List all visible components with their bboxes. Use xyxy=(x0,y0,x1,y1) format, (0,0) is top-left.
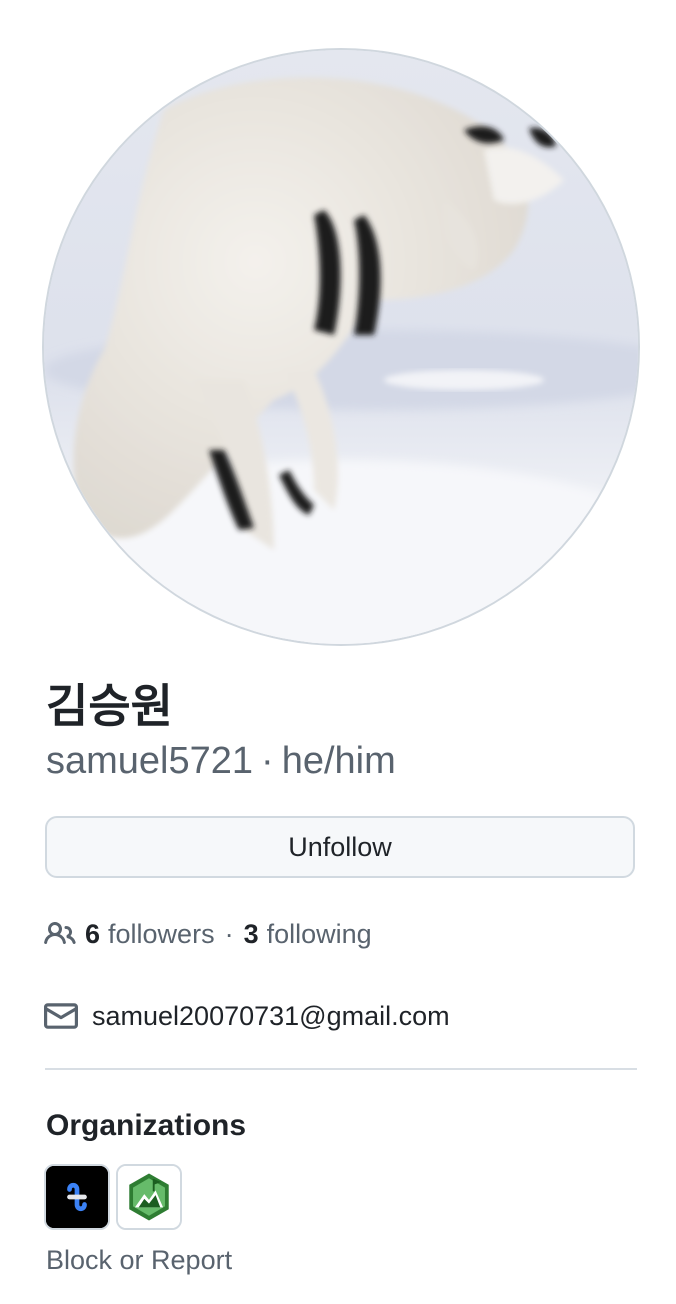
divider xyxy=(45,1068,637,1070)
following-label: following xyxy=(266,918,372,949)
pronouns: he/him xyxy=(281,740,396,782)
organizations-heading: Organizations xyxy=(46,1109,247,1142)
followers-label: followers xyxy=(108,918,215,949)
following-count: 3 xyxy=(243,918,259,949)
display-name: 김승원 xyxy=(46,680,173,732)
people-icon xyxy=(44,921,76,945)
username: samuel5721 xyxy=(46,740,254,782)
org-logo-green-mountain-icon xyxy=(118,1166,180,1228)
avatar-image xyxy=(44,50,638,644)
org-avatar-1[interactable] xyxy=(44,1164,110,1230)
profile-sidebar: 김승원 samuel5721 · he/him Unfollow 6 follower… xyxy=(0,0,676,1304)
followers-count: 6 xyxy=(85,918,101,949)
separator-dot: · xyxy=(261,740,274,782)
mail-icon xyxy=(44,1003,78,1029)
avatar[interactable] xyxy=(44,50,638,644)
org-avatar-2[interactable] xyxy=(116,1164,182,1230)
block-or-report-link[interactable]: Block or Report xyxy=(46,1240,232,1280)
stats-separator: · xyxy=(224,918,234,949)
unfollow-button[interactable]: Unfollow xyxy=(45,816,635,878)
login-line: samuel5721 · he/him xyxy=(46,736,396,786)
email-link[interactable]: samuel20070731@gmail.com xyxy=(92,1001,450,1032)
org-logo-blue-link-icon xyxy=(46,1166,108,1228)
email-row: samuel20070731@gmail.com xyxy=(44,996,450,1036)
followers-link[interactable]: 6 followers xyxy=(85,919,215,950)
follow-stats: 6 followers · 3 following xyxy=(44,914,372,954)
following-link[interactable]: 3 following xyxy=(244,919,372,950)
